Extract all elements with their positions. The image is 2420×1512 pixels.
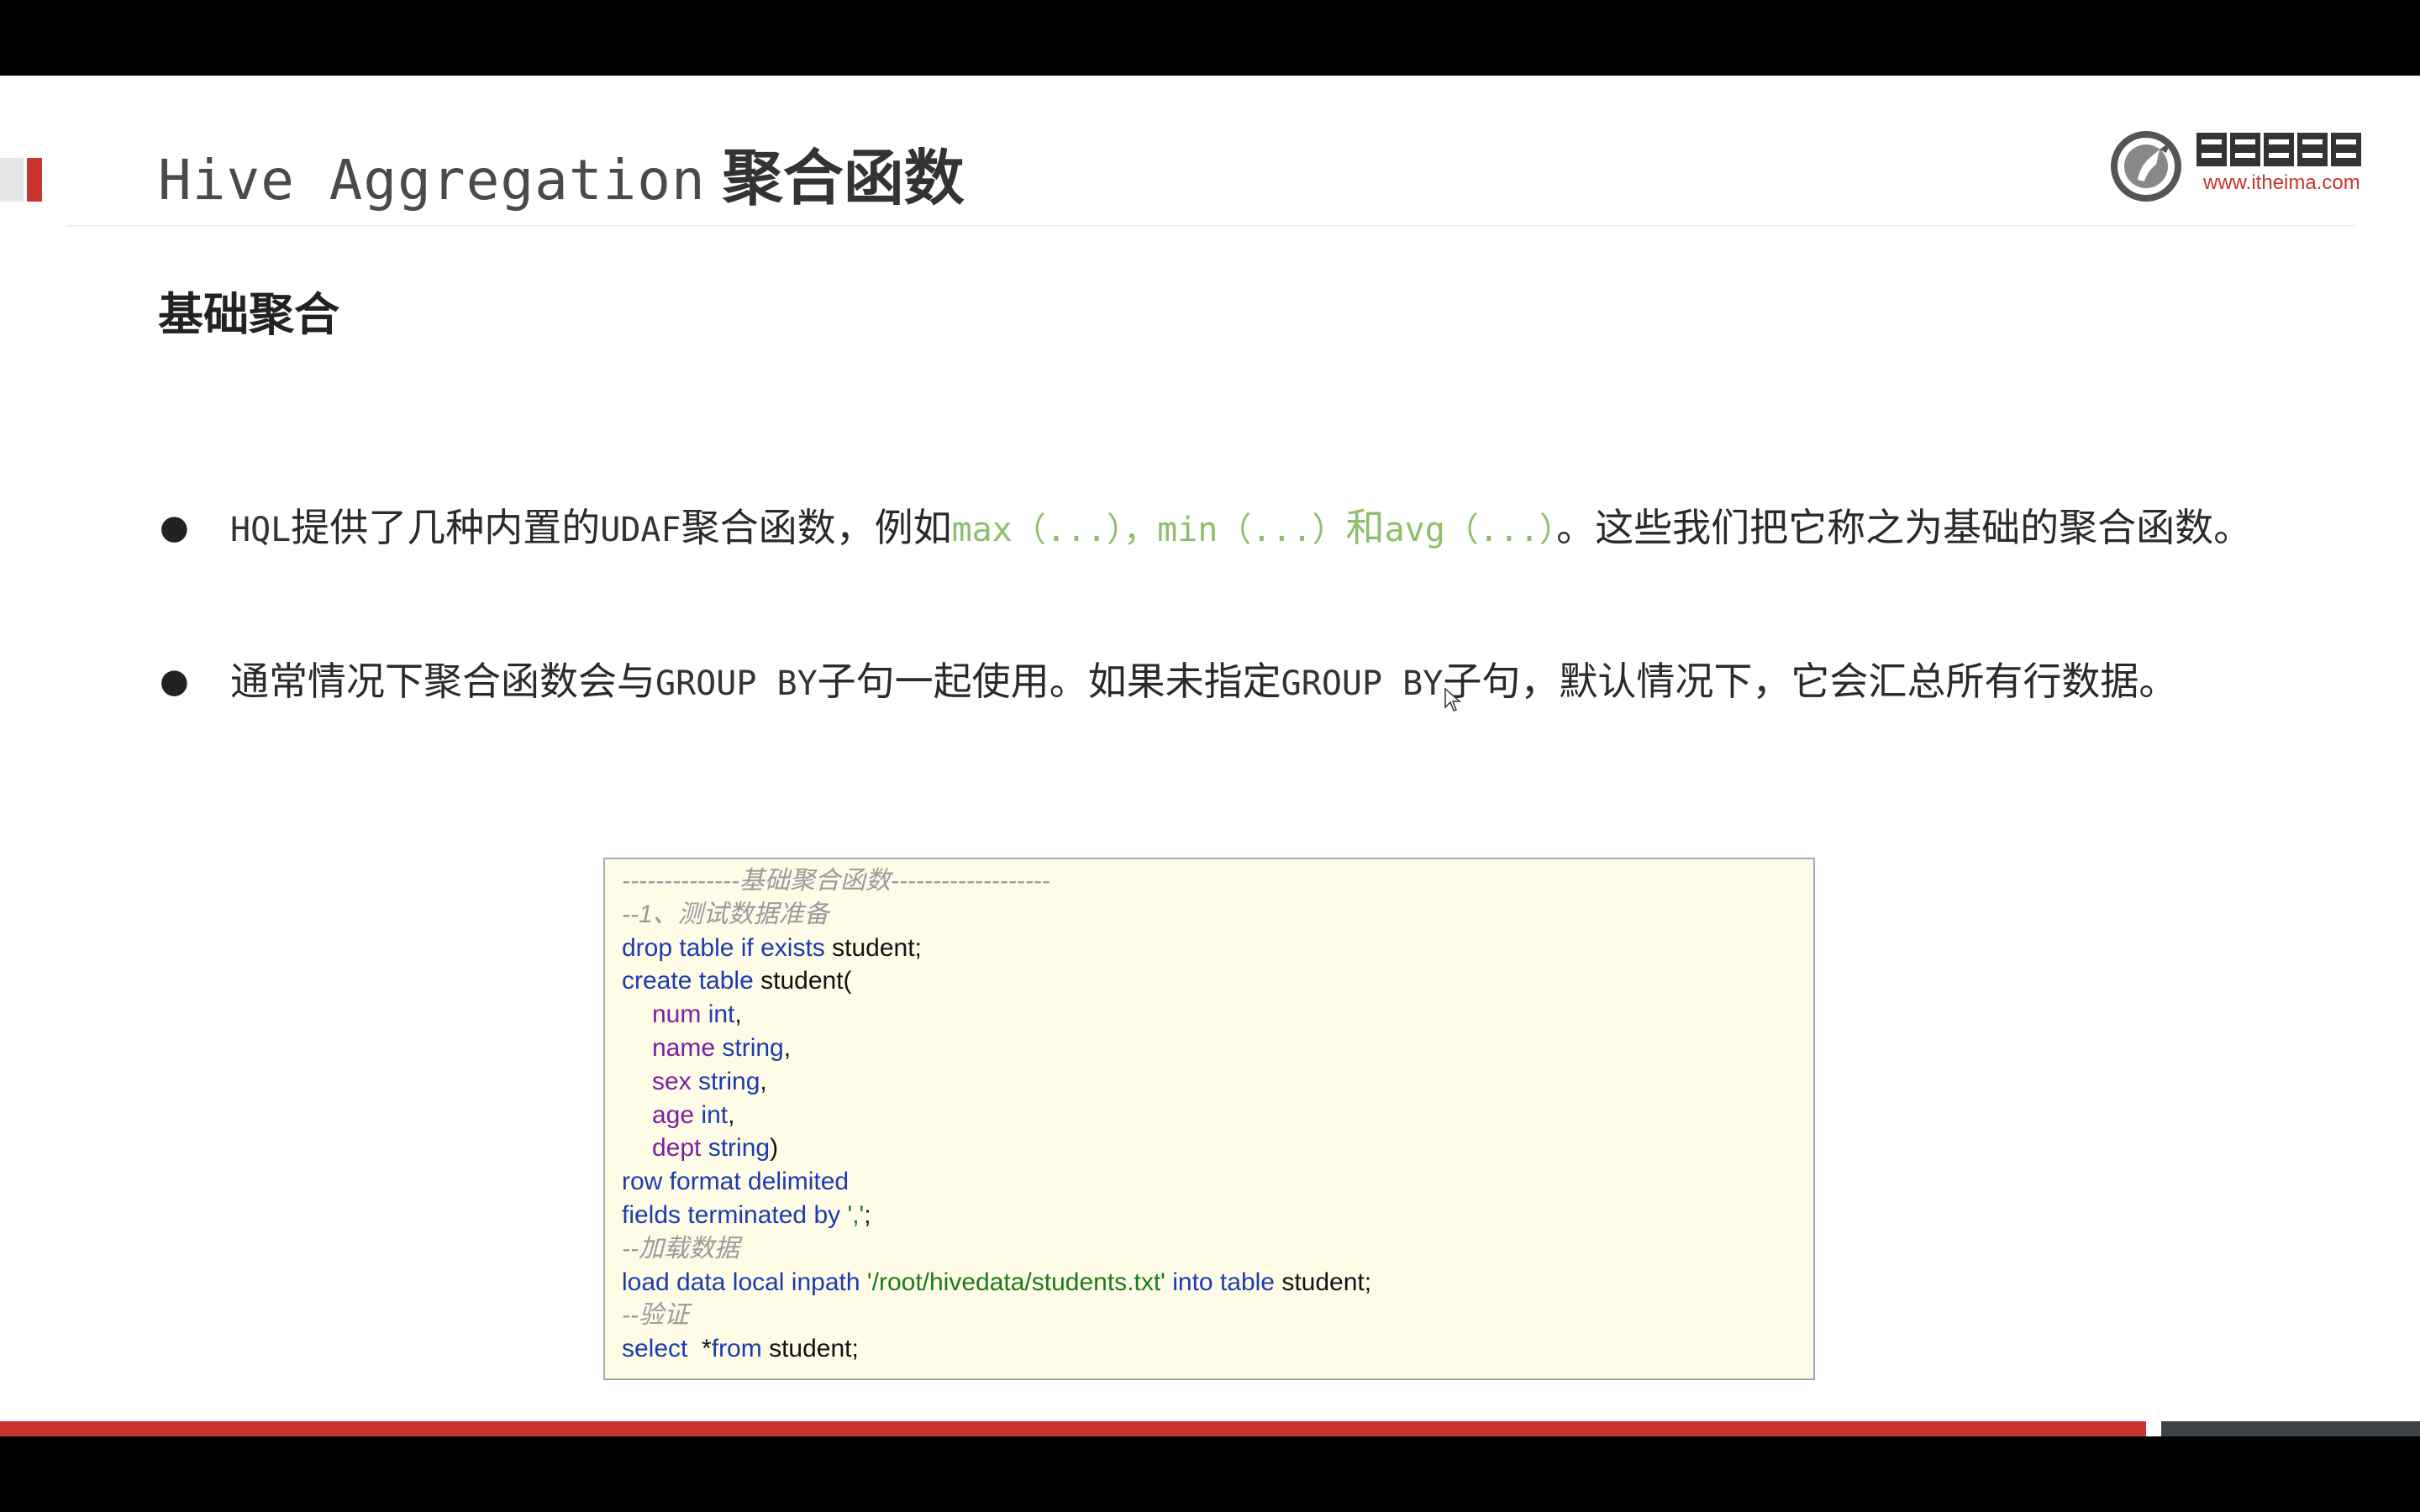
code-line: select *from student; [622,1335,859,1363]
inline-code: HQL [230,511,292,549]
bottom-letterbox [0,1436,2420,1512]
title-divider [66,225,2354,227]
video-progress-remaining[interactable] [2161,1421,2420,1436]
inline-code: GROUP BY [1281,664,1444,703]
logo-url: www.itheima.com [2203,171,2360,194]
bullet-text-1: HQL提供了几种内置的UDAF聚合函数，例如max（...），min（...）和… [230,491,2398,566]
logo-wordmark [2196,133,2361,166]
title-accent-red [27,158,42,202]
bullet-item-1: ● HQL提供了几种内置的UDAF聚合函数，例如max（...），min（...… [160,491,2260,643]
inline-code: GROUP BY [655,664,818,703]
inline-code: UDAF [600,511,681,549]
bullet-text: 。这些我们把它称之为基础的聚合函数。 [1556,505,2253,550]
code-line: num int, [652,1000,742,1029]
bullet-item-2: ● 通常情况下聚合函数会与GROUP BY子句一起使用。如果未指定GROUP B… [160,645,2260,721]
code-block: --------------基础聚合函数------------------- … [603,858,1815,1380]
code-line: age int, [652,1100,735,1129]
code-line: load data local inpath '/root/hivedata/s… [622,1268,1372,1296]
bullet-text: 子句一起使用。如果未指定 [817,659,1281,704]
code-line: --加载数据 [622,1234,739,1263]
code-line: create table student( [622,967,852,995]
slide-title-chinese: 聚合函数 [722,143,965,213]
code-line: --1、测试数据准备 [622,900,829,928]
code-line: drop table if exists student; [622,933,922,962]
video-progress-played[interactable] [0,1421,2146,1436]
code-line: name string, [652,1033,792,1062]
title-accent-grey [0,158,24,202]
code-line: sex string, [652,1067,767,1095]
mouse-cursor-icon [1444,687,1461,711]
bullet-text: 子句，默认情况下，它会汇总所有行数据。 [1443,659,2178,704]
code-line: --------------基础聚合函数------------------- [622,867,1050,895]
slide-title-english: Hive Aggregation [158,148,706,213]
top-letterbox [0,0,2420,76]
code-line: fields terminated by ','; [622,1200,871,1229]
inline-code-function: avg（...） [1384,511,1557,549]
horse-logo-icon [2111,131,2181,202]
inline-code-function: max（...），min（...） [951,511,1346,549]
section-heading: 基础聚合 [158,288,339,341]
bullet-text: 提供了几种内置的 [291,505,601,550]
bullet-dot: ● [160,662,189,701]
bullet-text-2: 通常情况下聚合函数会与GROUP BY子句一起使用。如果未指定GROUP BY子… [230,645,2398,720]
presentation-slide: Hive Aggregation 聚合函数 www.itheima.com 基础… [0,76,2420,1436]
code-line: --验证 [622,1301,689,1330]
bullet-text: 和 [1345,505,1385,550]
slide-title: Hive Aggregation 聚合函数 [158,136,965,220]
code-line: row format delimited [622,1168,850,1196]
bullet-dot: ● [160,508,189,547]
bullet-text: 聚合函数，例如 [681,505,952,550]
bullet-text: 通常情况下聚合函数会与 [230,659,655,704]
itheima-logo: www.itheima.com [2109,128,2361,203]
code-line: dept string) [652,1134,779,1163]
